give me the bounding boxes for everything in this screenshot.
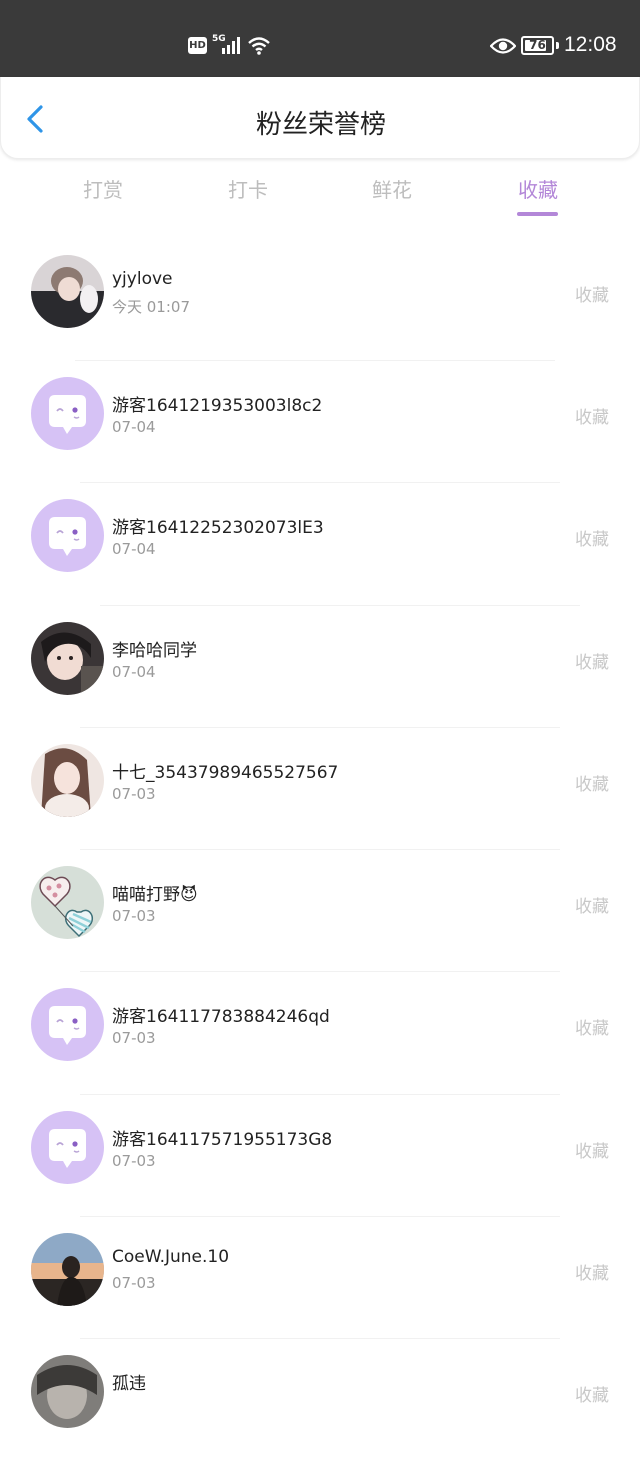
fan-name: 十七_35437989465527567: [112, 763, 339, 783]
favorite-label: 收藏: [575, 897, 609, 917]
fan-date: 07-04: [112, 663, 156, 681]
fan-name: yjylove: [112, 269, 173, 289]
chat-bubble-icon: [31, 988, 104, 1061]
chat-bubble-icon: [31, 377, 104, 450]
favorite-label: 收藏: [575, 1019, 609, 1039]
fan-name: 游客1641219353003l8c2: [112, 396, 323, 416]
clock: 12:08: [564, 33, 617, 56]
favorite-label: 收藏: [575, 530, 609, 550]
list-item[interactable]: CoeW.June.10 07-03 收藏: [0, 1216, 640, 1338]
avatar: [31, 744, 104, 817]
fan-name: 喵喵打野😈: [112, 885, 198, 905]
tab-favorites[interactable]: 收藏: [478, 172, 598, 208]
favorite-label: 收藏: [575, 653, 609, 673]
fan-name: 李哈哈同学: [112, 641, 197, 661]
balloon-avatar: [31, 866, 104, 939]
fan-name: 孤违: [112, 1374, 146, 1394]
fan-name: 游客164117571955173G8: [112, 1130, 333, 1150]
page-header: 粉丝荣誉榜: [0, 77, 640, 159]
avatar: [31, 622, 104, 695]
favorite-label: 收藏: [575, 775, 609, 795]
list-item[interactable]: 游客1641219353003l8c2 07-04 收藏: [0, 360, 640, 482]
fan-date: 今天 01:07: [112, 298, 190, 316]
fan-name: 游客16412252302073lE3: [112, 518, 324, 538]
fan-date: 07-04: [112, 418, 156, 436]
chat-bubble-icon: [31, 1111, 104, 1184]
back-icon[interactable]: [19, 101, 53, 135]
wifi-icon: [248, 37, 270, 55]
tab-reward[interactable]: 打赏: [43, 172, 163, 208]
fan-date: 07-04: [112, 540, 156, 558]
hd-badge: HD: [188, 37, 207, 54]
avatar: [31, 1233, 104, 1306]
eye-icon: [490, 38, 516, 54]
avatar: [31, 1355, 104, 1428]
list-item[interactable]: 李哈哈同学 07-04 收藏: [0, 605, 640, 727]
tab-flowers[interactable]: 鲜花: [332, 172, 452, 208]
favorite-label: 收藏: [575, 1142, 609, 1162]
list-item[interactable]: 孤违 收藏: [0, 1338, 640, 1460]
favorite-label: 收藏: [575, 286, 609, 306]
fan-date: 07-03: [112, 907, 156, 925]
page-title: 粉丝荣誉榜: [255, 110, 386, 140]
fan-name: CoeW.June.10: [112, 1247, 230, 1267]
fan-date: 07-03: [112, 785, 156, 803]
favorite-label: 收藏: [575, 1264, 609, 1284]
tab-checkin[interactable]: 打卡: [188, 172, 308, 208]
fan-date: 07-03: [112, 1152, 156, 1170]
list-item[interactable]: 游客164117571955173G8 07-03 收藏: [0, 1094, 640, 1216]
battery-cap: [556, 42, 559, 49]
tab-active-indicator: [517, 212, 558, 216]
list-item[interactable]: 十七_35437989465527567 07-03 收藏: [0, 727, 640, 849]
battery-level: 76: [529, 38, 546, 52]
favorite-label: 收藏: [575, 1386, 609, 1406]
list-item[interactable]: 游客164117783884246qd 07-03 收藏: [0, 971, 640, 1093]
fan-date: 07-03: [112, 1274, 156, 1292]
list-item[interactable]: yjylove 今天 01:07 收藏: [0, 238, 640, 360]
signal-icon: [222, 37, 240, 54]
status-bar: HD 5G 76 12:08: [0, 0, 640, 77]
fan-date: 07-03: [112, 1029, 156, 1047]
chat-bubble-icon: [31, 499, 104, 572]
list-item[interactable]: 游客16412252302073lE3 07-04 收藏: [0, 482, 640, 604]
favorite-label: 收藏: [575, 408, 609, 428]
list-item[interactable]: 喵喵打野😈 07-03 收藏: [0, 849, 640, 971]
fan-name: 游客164117783884246qd: [112, 1007, 330, 1027]
avatar: [31, 255, 104, 328]
